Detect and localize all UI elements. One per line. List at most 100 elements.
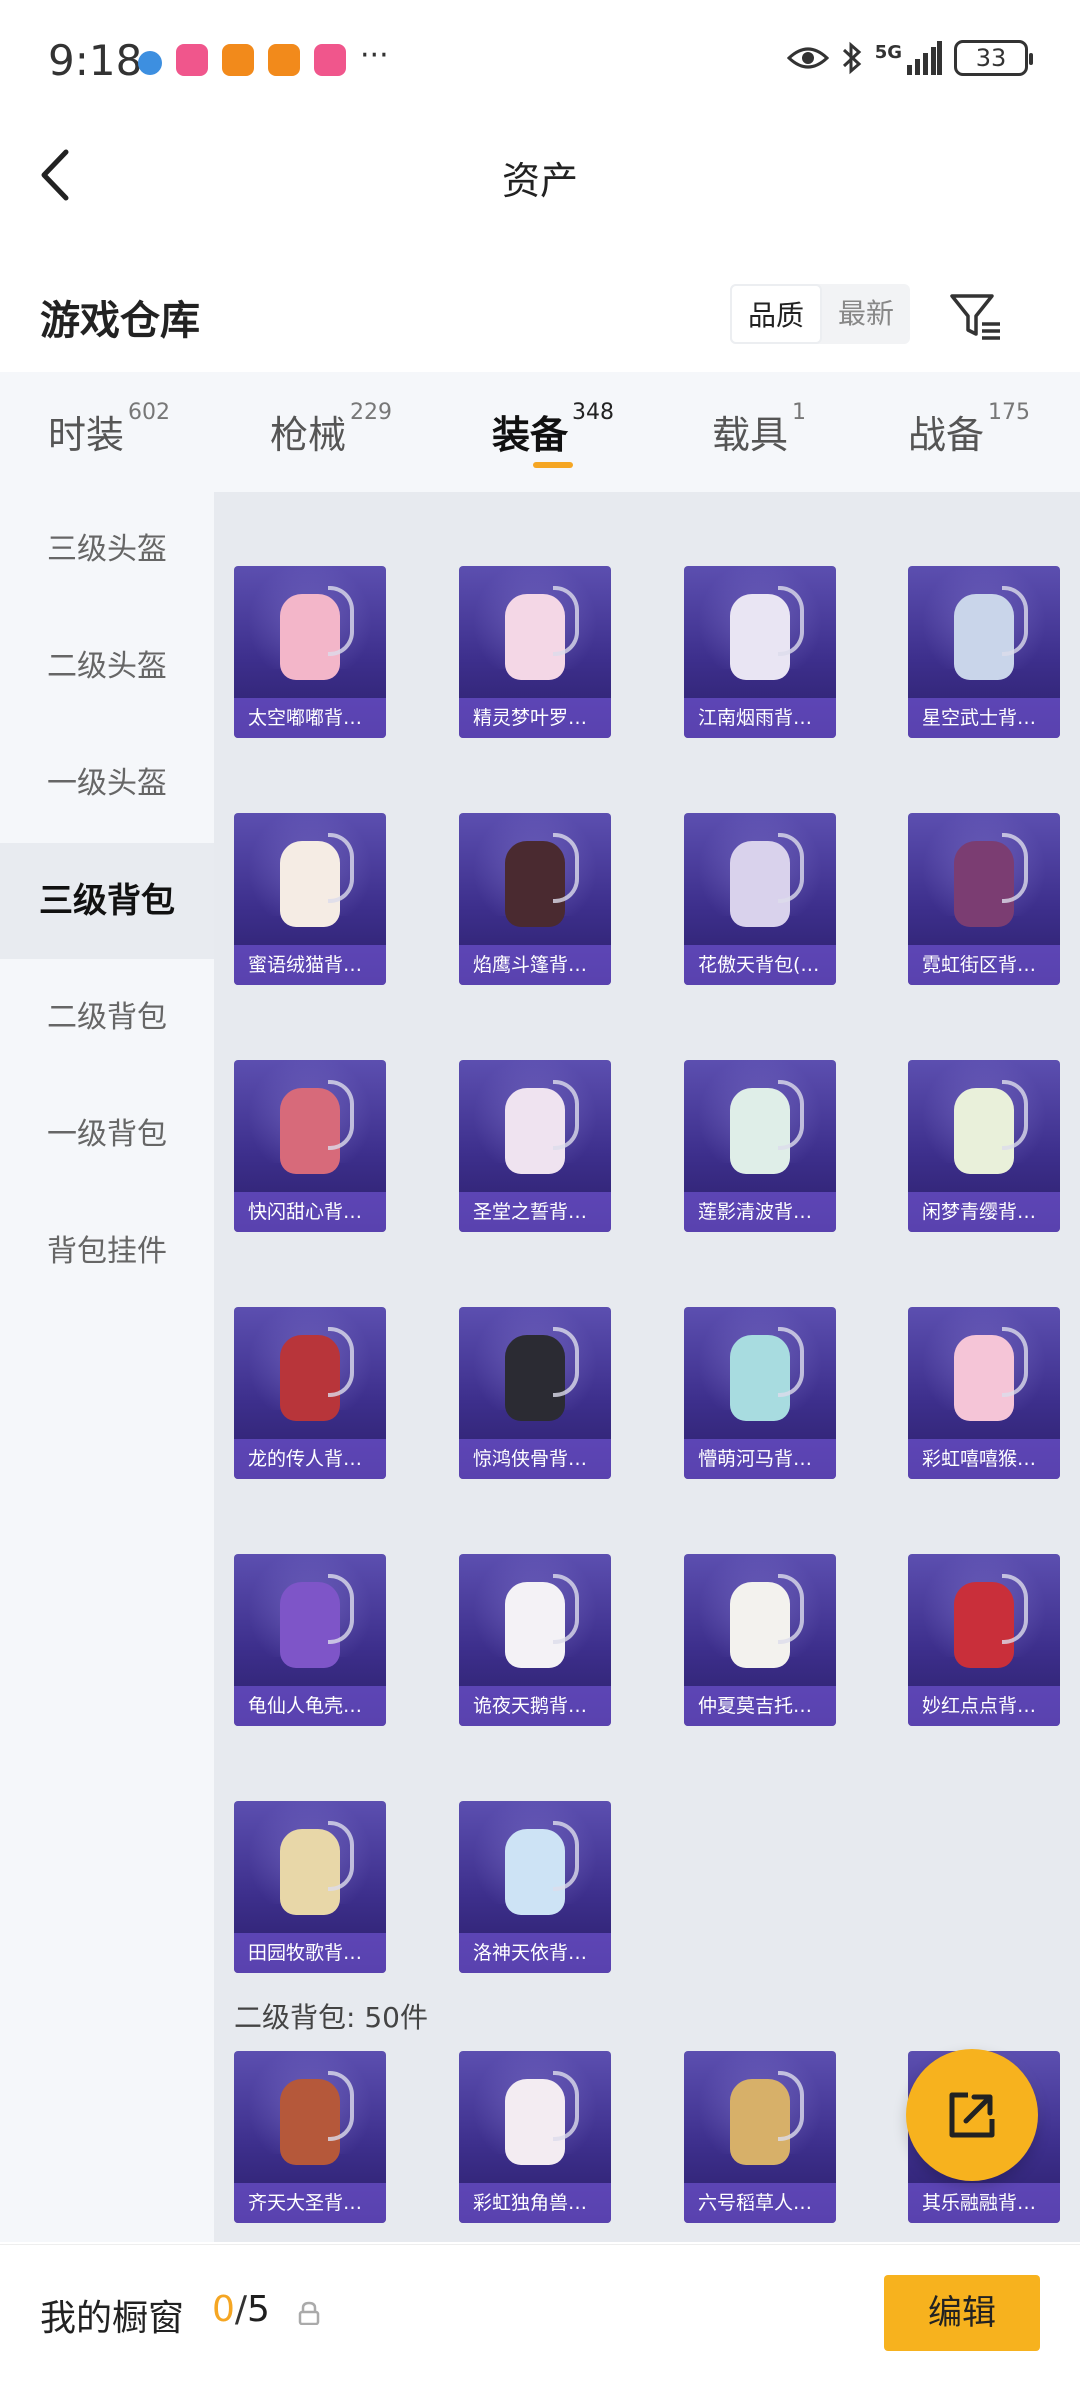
item-card[interactable]: 太空嘟嘟背… xyxy=(234,566,386,738)
item-name: 闲梦青缨背… xyxy=(908,1192,1060,1232)
backpack-strap xyxy=(553,1574,579,1644)
item-card[interactable]: 花傲天背包(… xyxy=(684,813,836,985)
backpack-strap xyxy=(1002,1327,1028,1397)
item-card[interactable]: 诡夜天鹅背… xyxy=(459,1554,611,1726)
sidebar-item-backpack-2[interactable]: 二级背包 xyxy=(0,960,214,1076)
item-name: 焰鹰斗篷背… xyxy=(459,945,611,985)
tab-label: 战备 xyxy=(908,413,985,457)
item-name: 太空嘟嘟背… xyxy=(234,698,386,738)
sort-toggle: 品质 最新 xyxy=(730,284,911,344)
item-card[interactable]: 惊鸿侠骨背… xyxy=(459,1307,611,1479)
item-name: 江南烟雨背… xyxy=(684,698,836,738)
tab-fashion[interactable]: 时装602 xyxy=(48,400,170,459)
item-card[interactable]: 龙的传人背… xyxy=(234,1307,386,1479)
backpack-strap xyxy=(778,1327,804,1397)
section-label-backpack-2: 二级背包: 50件 xyxy=(234,2001,428,2034)
backpack-strap xyxy=(1002,586,1028,656)
share-export-icon xyxy=(949,2092,995,2138)
item-card[interactable]: 圣堂之誓背… xyxy=(459,1060,611,1232)
edit-button[interactable]: 编辑 xyxy=(884,2275,1040,2351)
network-type: 5G xyxy=(874,41,902,63)
bluetooth-icon xyxy=(842,41,861,75)
backpack-strap xyxy=(553,833,579,903)
item-card[interactable]: 龟仙人龟壳… xyxy=(234,1554,386,1726)
item-name: 快闪甜心背… xyxy=(234,1192,386,1232)
app-icon xyxy=(314,44,346,76)
item-card[interactable]: 彩虹嘻嘻猴… xyxy=(908,1307,1060,1479)
filter-button[interactable] xyxy=(948,288,1004,344)
item-card[interactable]: 齐天大圣背… xyxy=(234,2051,386,2223)
backpack-strap xyxy=(778,2071,804,2141)
backpack-strap xyxy=(328,1327,354,1397)
item-name: 洛神天依背… xyxy=(459,1933,611,1973)
tab-vehicles[interactable]: 载具1 xyxy=(712,400,806,459)
item-card[interactable]: 蜜语绒猫背… xyxy=(234,813,386,985)
sidebar-item-backpack-charm[interactable]: 背包挂件 xyxy=(0,1194,214,1310)
item-card[interactable]: 仲夏莫吉托… xyxy=(684,1554,836,1726)
item-name: 六号稻草人… xyxy=(684,2183,836,2223)
item-name: 龟仙人龟壳… xyxy=(234,1686,386,1726)
sidebar-item-backpack-3[interactable]: 三级背包 xyxy=(0,843,214,959)
showcase-label: 我的橱窗 xyxy=(40,2298,185,2339)
backpack-strap xyxy=(778,1080,804,1150)
backpack-strap xyxy=(778,1574,804,1644)
app-icon xyxy=(268,44,300,76)
tab-guns[interactable]: 枪械229 xyxy=(270,400,392,459)
tab-supplies[interactable]: 战备175 xyxy=(908,400,1030,459)
sidebar-item-helmet-1[interactable]: 一级头盔 xyxy=(0,726,214,842)
sidebar-item-helmet-3[interactable]: 三级头盔 xyxy=(0,492,214,608)
item-card[interactable]: 懵萌河马背… xyxy=(684,1307,836,1479)
item-card[interactable]: 江南烟雨背… xyxy=(684,566,836,738)
item-card[interactable]: 田园牧歌背… xyxy=(234,1801,386,1973)
backpack-strap xyxy=(328,1574,354,1644)
item-card[interactable]: 精灵梦叶罗… xyxy=(459,566,611,738)
sidebar-item-helmet-2[interactable]: 二级头盔 xyxy=(0,609,214,725)
item-name: 妙红点点背… xyxy=(908,1686,1060,1726)
item-card[interactable]: 星空武士背… xyxy=(908,566,1060,738)
backpack-strap xyxy=(553,1821,579,1891)
sort-newest-button[interactable]: 最新 xyxy=(822,284,910,344)
tab-count: 229 xyxy=(350,400,393,425)
item-card[interactable]: 焰鹰斗篷背… xyxy=(459,813,611,985)
eye-icon xyxy=(786,47,829,69)
item-card[interactable]: 莲影清波背… xyxy=(684,1060,836,1232)
warehouse-title: 游戏仓库 xyxy=(40,298,200,344)
item-card[interactable]: 六号稻草人… xyxy=(684,2051,836,2223)
tab-count: 602 xyxy=(128,400,171,425)
item-name: 其乐融融背… xyxy=(908,2183,1060,2223)
item-card[interactable]: 快闪甜心背… xyxy=(234,1060,386,1232)
signal-icon xyxy=(907,41,942,75)
item-card[interactable]: 彩虹独角兽… xyxy=(459,2051,611,2223)
item-name: 惊鸿侠骨背… xyxy=(459,1439,611,1479)
item-name: 圣堂之誓背… xyxy=(459,1192,611,1232)
status-bar: 9:18 ··· 5G 33 xyxy=(0,0,1080,120)
item-name: 田园牧歌背… xyxy=(234,1933,386,1973)
item-card[interactable]: 洛神天依背… xyxy=(459,1801,611,1973)
item-name: 精灵梦叶罗… xyxy=(459,698,611,738)
item-name: 莲影清波背… xyxy=(684,1192,836,1232)
status-time: 9:18 xyxy=(48,36,143,85)
sidebar-item-backpack-1[interactable]: 一级背包 xyxy=(0,1077,214,1193)
item-card[interactable]: 霓虹街区背… xyxy=(908,813,1060,985)
item-card[interactable]: 闲梦青缨背… xyxy=(908,1060,1060,1232)
tab-label: 枪械 xyxy=(270,413,347,457)
showcase-count: 0/5 xyxy=(212,2289,270,2330)
item-grid: 太空嘟嘟背… 精灵梦叶罗… 江南烟雨背… 星空武士背… 蜜语绒猫背… 焰鹰斗篷背… 花傲天背… xyxy=(214,492,1080,2242)
item-name: 蜜语绒猫背… xyxy=(234,945,386,985)
backpack-strap xyxy=(778,833,804,903)
item-card[interactable]: 妙红点点背… xyxy=(908,1554,1060,1726)
item-name: 彩虹嘻嘻猴… xyxy=(908,1439,1060,1479)
sidebar: 三级头盔 二级头盔 一级头盔 三级背包 二级背包 一级背包 背包挂件 xyxy=(0,492,214,2242)
backpack-strap xyxy=(553,586,579,656)
backpack-strap xyxy=(553,1327,579,1397)
item-name: 霓虹街区背… xyxy=(908,945,1060,985)
backpack-strap xyxy=(553,1080,579,1150)
tab-equipment[interactable]: 装备348 xyxy=(492,400,614,459)
app-header: 资产 xyxy=(0,120,1080,230)
more-dots-icon: ··· xyxy=(360,37,389,73)
sort-quality-button[interactable]: 品质 xyxy=(730,284,823,344)
backpack-strap xyxy=(553,2071,579,2141)
share-button[interactable] xyxy=(906,2049,1038,2181)
lock-icon xyxy=(298,2301,320,2325)
backpack-strap xyxy=(328,833,354,903)
